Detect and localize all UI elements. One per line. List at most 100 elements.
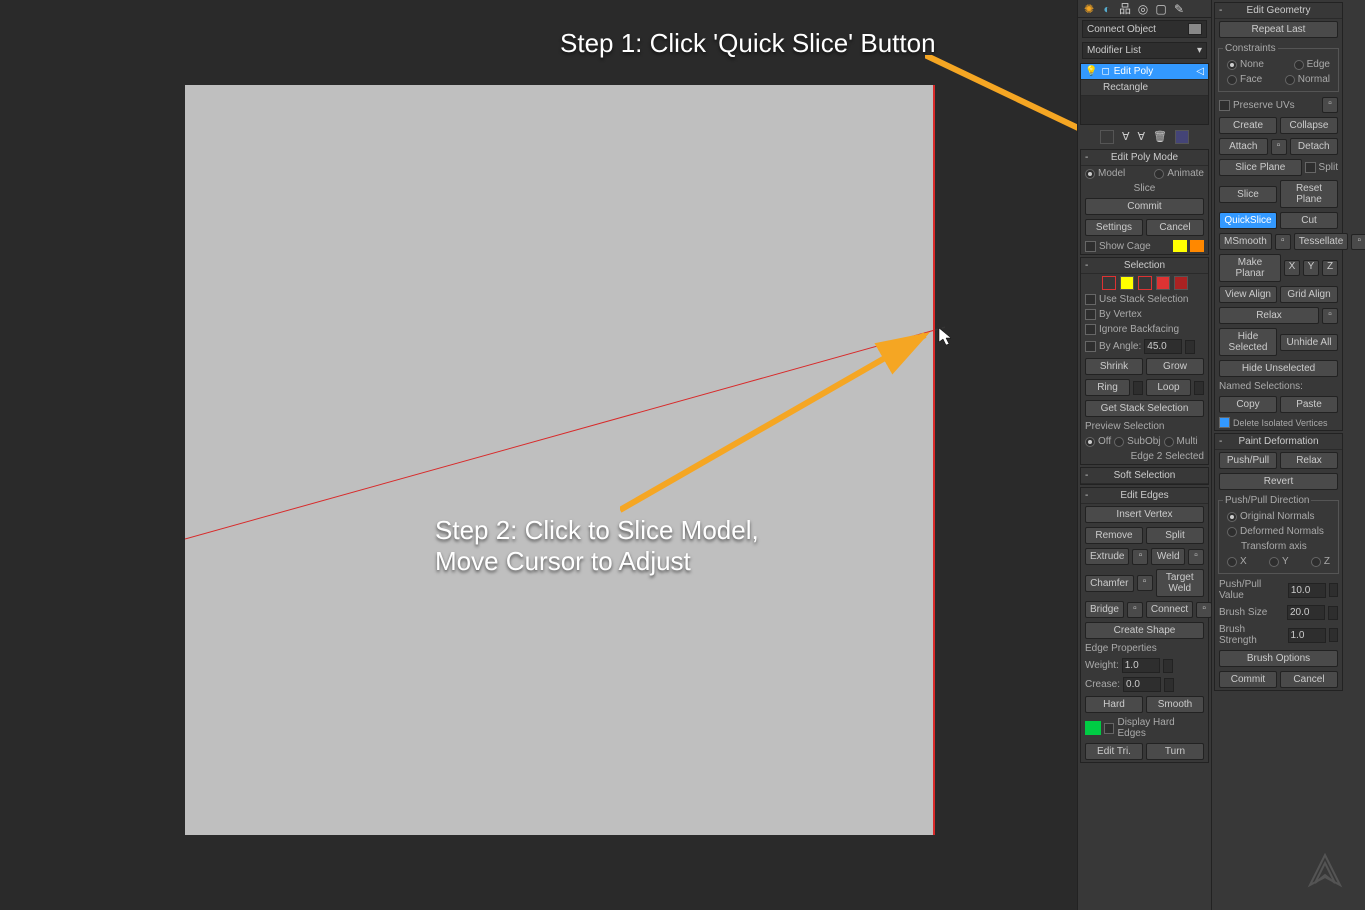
relax-settings[interactable]: ▫ xyxy=(1322,308,1338,324)
planar-x[interactable]: X xyxy=(1284,260,1300,276)
copy-sel-button[interactable]: Copy xyxy=(1219,396,1277,413)
edit-edges-header[interactable]: Edit Edges xyxy=(1081,488,1208,504)
create-shape-button[interactable]: Create Shape xyxy=(1085,622,1204,639)
quickslice-button[interactable]: QuickSlice xyxy=(1219,212,1277,229)
chamfer-button[interactable]: Chamfer xyxy=(1085,575,1134,592)
extrude-settings[interactable]: ▫ xyxy=(1132,549,1148,565)
motion-tab-icon[interactable]: ◎ xyxy=(1134,1,1152,17)
polygon-icon[interactable] xyxy=(1156,276,1170,290)
split-edge-button[interactable]: Split xyxy=(1146,527,1204,544)
msmooth-button[interactable]: MSmooth xyxy=(1219,233,1272,250)
edit-geometry-header[interactable]: Edit Geometry xyxy=(1215,3,1342,19)
grid-align-button[interactable]: Grid Align xyxy=(1280,286,1338,303)
tessellate-button[interactable]: Tessellate xyxy=(1294,233,1348,250)
pd-commit-button[interactable]: Commit xyxy=(1219,671,1277,688)
bridge-button[interactable]: Bridge xyxy=(1085,601,1124,618)
paint-deform-header[interactable]: Paint Deformation xyxy=(1215,434,1342,450)
by-vertex-check[interactable] xyxy=(1085,309,1096,320)
create-button[interactable]: Create xyxy=(1219,117,1277,134)
weld-settings[interactable]: ▫ xyxy=(1188,549,1204,565)
split-check[interactable] xyxy=(1305,162,1316,173)
connect-button[interactable]: Connect xyxy=(1146,601,1193,618)
paste-sel-button[interactable]: Paste xyxy=(1280,396,1338,413)
cage-color1[interactable] xyxy=(1173,240,1187,252)
soft-selection-section[interactable]: Soft Selection xyxy=(1080,467,1209,485)
vertex-icon[interactable] xyxy=(1102,276,1116,290)
hard-edge-color[interactable] xyxy=(1085,721,1101,735)
collapse-button[interactable]: Collapse xyxy=(1280,117,1338,134)
hierarchy-tab-icon[interactable]: 品 xyxy=(1116,1,1134,17)
stack-tools[interactable]: ∀ ∀ 🗑 xyxy=(1078,127,1211,147)
brush-strength-input[interactable] xyxy=(1288,628,1326,643)
relax-button[interactable]: Relax xyxy=(1219,307,1319,324)
edit-poly-mode-header[interactable]: Edit Poly Mode xyxy=(1081,150,1208,166)
revert-button[interactable]: Revert xyxy=(1219,473,1338,490)
stack-rectangle[interactable]: Rectangle xyxy=(1081,80,1208,96)
bridge-settings[interactable]: ▫ xyxy=(1127,602,1143,618)
planar-y[interactable]: Y xyxy=(1303,260,1319,276)
hard-button[interactable]: Hard xyxy=(1085,696,1143,713)
planar-z[interactable]: Z xyxy=(1322,260,1338,276)
angle-spinner[interactable] xyxy=(1185,340,1195,354)
get-stack-sel-button[interactable]: Get Stack Selection xyxy=(1085,400,1204,417)
by-angle-check[interactable] xyxy=(1085,341,1096,352)
panel-tabs[interactable]: ✺ ◐ 品 ◎ ▢ ✎ xyxy=(1078,0,1211,18)
deformed-normals-radio[interactable] xyxy=(1227,527,1237,537)
use-stack-check[interactable] xyxy=(1085,294,1096,305)
ring-button[interactable]: Ring xyxy=(1085,379,1130,396)
pd-cancel-button[interactable]: Cancel xyxy=(1280,671,1338,688)
pd-relax-button[interactable]: Relax xyxy=(1280,452,1338,469)
utilities-tab-icon[interactable]: ✎ xyxy=(1170,1,1188,17)
crease-spinner[interactable] xyxy=(1164,678,1174,692)
pp-value-spinner[interactable] xyxy=(1329,583,1338,597)
tessellate-settings[interactable]: ▫ xyxy=(1351,234,1365,250)
repeat-last-button[interactable]: Repeat Last xyxy=(1219,21,1338,38)
constraint-edge[interactable] xyxy=(1294,60,1304,70)
axis-z-radio[interactable] xyxy=(1311,557,1321,567)
stack-edit-poly[interactable]: 💡◻Edit Poly◁ xyxy=(1081,64,1208,80)
preserve-uvs-settings[interactable]: ▫ xyxy=(1322,97,1338,113)
selection-header[interactable]: Selection xyxy=(1081,258,1208,274)
constraint-face[interactable] xyxy=(1227,75,1237,85)
brush-size-input[interactable] xyxy=(1287,605,1325,620)
settings-button[interactable]: Settings xyxy=(1085,219,1143,236)
remove-mod-icon[interactable]: 🗑 xyxy=(1153,130,1167,144)
preview-multi-radio[interactable] xyxy=(1164,437,1174,447)
display-hard-check[interactable] xyxy=(1104,723,1115,734)
pin-stack-icon[interactable] xyxy=(1100,130,1114,144)
model-radio[interactable] xyxy=(1085,169,1095,179)
preview-off-radio[interactable] xyxy=(1085,437,1095,447)
ring-spinner[interactable] xyxy=(1133,381,1143,395)
cancel-button[interactable]: Cancel xyxy=(1146,219,1204,236)
ignore-backfacing-check[interactable] xyxy=(1085,324,1096,335)
loop-button[interactable]: Loop xyxy=(1146,379,1191,396)
slice-button[interactable]: Slice xyxy=(1219,186,1277,203)
brush-strength-spinner[interactable] xyxy=(1329,628,1339,642)
shrink-button[interactable]: Shrink xyxy=(1085,358,1143,375)
animate-radio[interactable] xyxy=(1154,169,1164,179)
delete-isolated-check[interactable] xyxy=(1219,417,1230,428)
preview-subobj-radio[interactable] xyxy=(1114,437,1124,447)
cut-button[interactable]: Cut xyxy=(1280,212,1338,229)
smooth-button[interactable]: Smooth xyxy=(1146,696,1204,713)
configure-icon[interactable] xyxy=(1175,130,1189,144)
crease-input[interactable] xyxy=(1123,677,1161,692)
reset-plane-button[interactable]: Reset Plane xyxy=(1280,180,1338,208)
hide-unselected-button[interactable]: Hide Unselected xyxy=(1219,360,1338,377)
border-icon[interactable] xyxy=(1138,276,1152,290)
modify-tab-icon[interactable]: ◐ xyxy=(1098,1,1116,17)
remove-button[interactable]: Remove xyxy=(1085,527,1143,544)
connect-settings[interactable]: ▫ xyxy=(1196,602,1212,618)
cage-color2[interactable] xyxy=(1190,240,1204,252)
constraint-normal[interactable] xyxy=(1285,75,1295,85)
slice-plane-button[interactable]: Slice Plane xyxy=(1219,159,1302,176)
show-result-icon[interactable]: ∀ xyxy=(1122,130,1130,144)
hide-selected-button[interactable]: Hide Selected xyxy=(1219,328,1277,356)
soft-selection-header[interactable]: Soft Selection xyxy=(1081,468,1208,484)
edge-icon[interactable] xyxy=(1120,276,1134,290)
view-align-button[interactable]: View Align xyxy=(1219,286,1277,303)
show-cage-check[interactable] xyxy=(1085,241,1096,252)
chamfer-settings[interactable]: ▫ xyxy=(1137,575,1153,591)
object-name[interactable]: Connect Object xyxy=(1082,20,1207,38)
attach-list[interactable]: ▫ xyxy=(1271,139,1287,155)
